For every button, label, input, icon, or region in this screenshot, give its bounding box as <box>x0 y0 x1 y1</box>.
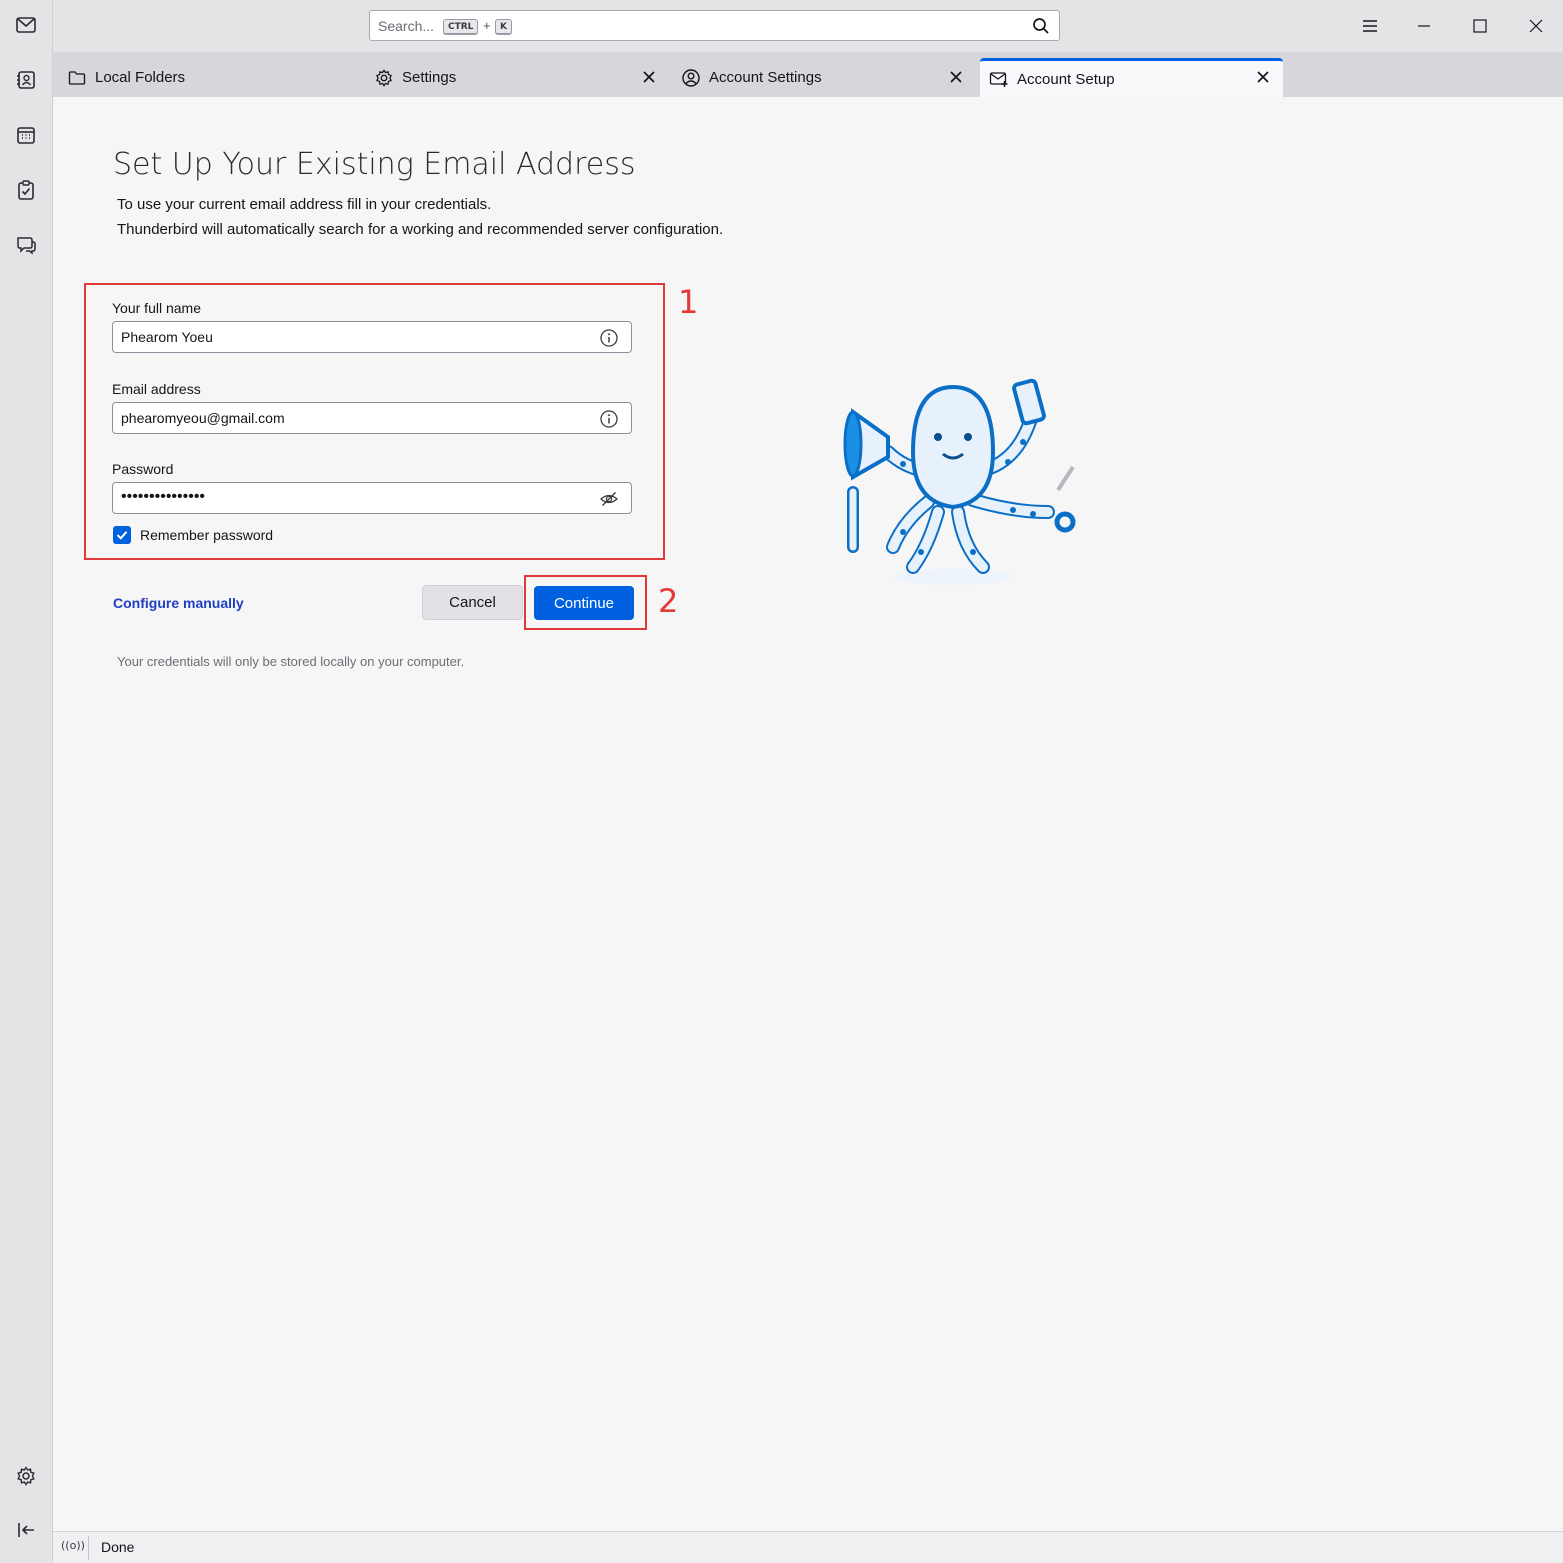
hamburger-menu-icon <box>1363 20 1377 32</box>
remember-password-checkbox[interactable] <box>113 526 131 544</box>
collapse-spaces-button[interactable] <box>11 1515 41 1545</box>
info-icon[interactable] <box>599 409 619 429</box>
close-window-button[interactable] <box>1523 13 1549 39</box>
minimize-button[interactable] <box>1411 13 1437 39</box>
global-search-box[interactable]: Search... CTRL + K <box>369 10 1060 41</box>
email-value: phearomyeou@gmail.com <box>121 410 285 426</box>
kbd-plus: + <box>483 18 491 33</box>
tab-close-button[interactable] <box>946 67 966 87</box>
mail-space-button[interactable] <box>11 10 41 40</box>
status-divider <box>88 1536 89 1560</box>
minimize-icon <box>1418 25 1430 27</box>
full-name-label: Your full name <box>112 300 201 316</box>
tasks-icon <box>18 180 34 200</box>
status-bar: ((o)) Done <box>53 1531 1563 1563</box>
spaces-toolbar <box>0 0 53 1563</box>
configure-manually-link[interactable]: Configure manually <box>113 595 244 611</box>
gear-icon <box>17 1466 35 1486</box>
address-book-icon <box>17 71 35 89</box>
account-icon <box>681 68 701 88</box>
tab-settings[interactable]: Settings <box>374 58 674 97</box>
password-label: Password <box>112 461 174 477</box>
password-value: ••••••••••••••• <box>121 488 206 505</box>
tab-label: Account Setup <box>1017 70 1115 88</box>
close-icon <box>1529 19 1543 33</box>
close-icon <box>1257 71 1269 83</box>
address-book-space-button[interactable] <box>11 65 41 95</box>
close-icon <box>643 71 655 83</box>
tab-local-folders[interactable]: Local Folders <box>67 58 367 97</box>
collapse-left-icon <box>18 1523 34 1537</box>
gear-icon <box>374 68 394 88</box>
mail-setup-icon <box>989 69 1009 89</box>
maximize-icon <box>1473 19 1487 33</box>
page-title: Set Up Your Existing Email Address <box>113 147 636 182</box>
calendar-icon <box>17 127 35 144</box>
page-description: To use your current email address fill i… <box>117 196 492 213</box>
eye-slash-icon[interactable] <box>599 489 619 509</box>
search-input[interactable]: Search... <box>378 18 434 34</box>
password-field[interactable]: ••••••••••••••• <box>112 482 632 514</box>
email-field[interactable]: phearomyeou@gmail.com <box>112 402 632 434</box>
tab-account-settings[interactable]: Account Settings <box>681 58 981 97</box>
settings-space-button[interactable] <box>11 1461 41 1491</box>
page-description: Thunderbird will automatically search fo… <box>117 221 724 238</box>
online-status-icon[interactable]: ((o)) <box>61 1539 85 1552</box>
mail-icon <box>16 17 36 33</box>
close-icon <box>950 71 962 83</box>
tasks-space-button[interactable] <box>11 175 41 205</box>
folder-icon <box>67 68 87 88</box>
tab-label: Settings <box>402 69 457 86</box>
cancel-button[interactable]: Cancel <box>422 585 523 620</box>
kbd-k: K <box>495 19 512 35</box>
account-setup-page: Set Up Your Existing Email Address To us… <box>53 97 1563 1531</box>
calendar-space-button[interactable] <box>11 120 41 150</box>
annotation-box-2 <box>524 575 647 630</box>
tab-close-button[interactable] <box>1253 67 1273 87</box>
kbd-ctrl: CTRL <box>443 19 479 35</box>
info-icon[interactable] <box>599 328 619 348</box>
full-name-field[interactable]: Phearom Yoeu <box>112 321 632 353</box>
credentials-note: Your credentials will only be stored loc… <box>117 654 465 669</box>
email-label: Email address <box>112 381 201 397</box>
octopus-illustration <box>843 378 1076 585</box>
tab-label: Local Folders <box>95 69 186 86</box>
chat-space-button[interactable] <box>11 230 41 260</box>
app-menu-button[interactable] <box>1357 13 1383 39</box>
annotation-label-2: 2 <box>658 582 679 620</box>
full-name-value: Phearom Yoeu <box>121 329 213 345</box>
title-bar: Search... CTRL + K <box>53 0 1563 52</box>
maximize-button[interactable] <box>1467 13 1493 39</box>
remember-password-label[interactable]: Remember password <box>140 527 273 543</box>
search-icon[interactable] <box>1031 16 1051 36</box>
checkmark-icon <box>116 531 128 540</box>
tab-label: Account Settings <box>709 69 822 86</box>
annotation-label-1: 1 <box>678 283 699 321</box>
tab-bar: Local Folders Settings Account Settings … <box>53 52 1563 97</box>
tab-account-setup[interactable]: Account Setup <box>980 58 1283 97</box>
status-text: Done <box>101 1539 135 1555</box>
tab-close-button[interactable] <box>639 67 659 87</box>
chat-icon <box>17 237 36 255</box>
